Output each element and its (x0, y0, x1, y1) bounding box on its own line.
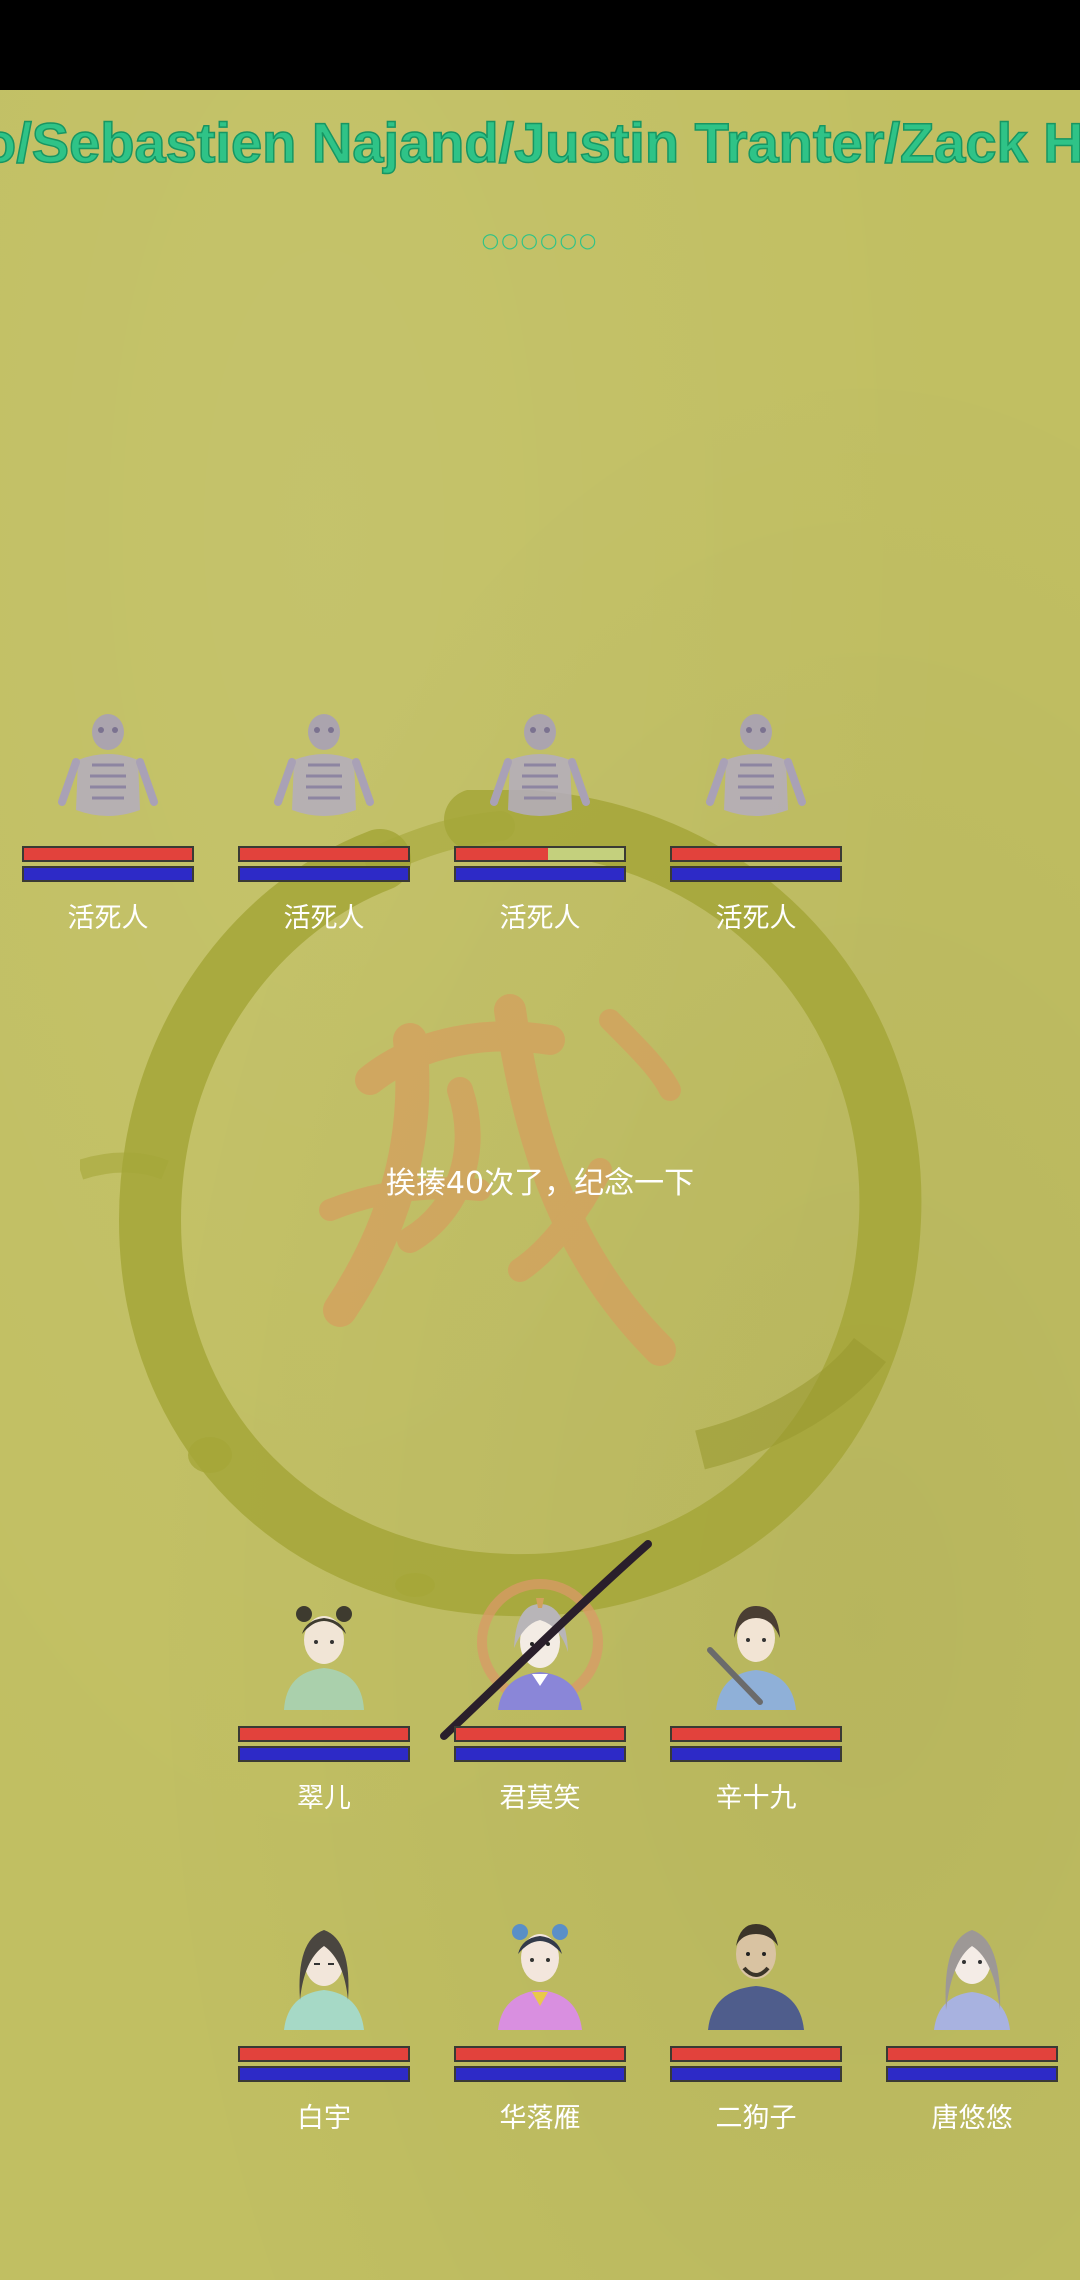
girl-buns-icon (284, 1606, 364, 1710)
skeleton-icon (58, 714, 158, 816)
gray-hair-woman-icon (934, 1930, 1010, 2030)
mp-bar (238, 2066, 410, 2082)
slash-effect (440, 1540, 652, 1740)
unit-name: 二狗子 (715, 2103, 797, 2134)
mp-bar (886, 2066, 1058, 2082)
hp-bar (670, 1726, 842, 1742)
hp-bar (886, 2046, 1058, 2062)
song-credits-marquee: o/Sebastien Najand/Justin Tranter/Zack H… (0, 110, 1080, 190)
unit-name: 活死人 (67, 903, 149, 934)
mp-bar (454, 2066, 626, 2082)
skeleton-icon (490, 714, 590, 816)
skeleton-icon (706, 714, 806, 816)
marquee-text: o/Sebastien Najand/Justin Tranter/Zack H… (0, 110, 1080, 175)
pink-robe-girl-icon (498, 1924, 582, 2030)
unit-name: 活死人 (499, 903, 581, 934)
mp-bar (454, 866, 626, 882)
mp-bar (238, 866, 410, 882)
bearded-man-icon (708, 1924, 804, 2030)
hp-bar (238, 846, 410, 862)
unit-name: 翠儿 (297, 1783, 351, 1814)
status-bar (0, 0, 1080, 90)
mp-bar (670, 2066, 842, 2082)
hp-bar (454, 2046, 626, 2062)
hp-bar (454, 1726, 626, 1742)
hp-bar (670, 2046, 842, 2062)
hp-bar (670, 846, 842, 862)
unit-name: 活死人 (283, 903, 365, 934)
mp-bar (670, 866, 842, 882)
hp-bar (22, 846, 194, 862)
mp-bar (454, 1746, 626, 1762)
unit-name: 君莫笑 (499, 1783, 581, 1814)
long-hair-man-icon (284, 1930, 364, 2030)
mp-bar (238, 1746, 410, 1762)
hp-bar (238, 2046, 410, 2062)
skeleton-icon (274, 714, 374, 816)
battle-message: 挨揍40次了，纪念一下 (385, 1166, 695, 1201)
staff-youth-icon (707, 1606, 796, 1710)
unit-name: 唐悠悠 (931, 2103, 1013, 2134)
ink-circle (80, 790, 922, 1617)
unit-name: 白宇 (297, 2103, 351, 2134)
unit-name: 辛十九 (715, 1783, 797, 1814)
mp-bar (22, 866, 194, 882)
hp-bar (454, 846, 626, 862)
unit-name: 华落雁 (499, 2103, 581, 2134)
mp-bar (670, 1746, 842, 1762)
hp-bar (238, 1726, 410, 1742)
unit-name: 活死人 (715, 903, 797, 934)
page-indicator-dots: ○○○○○○ (481, 228, 599, 252)
